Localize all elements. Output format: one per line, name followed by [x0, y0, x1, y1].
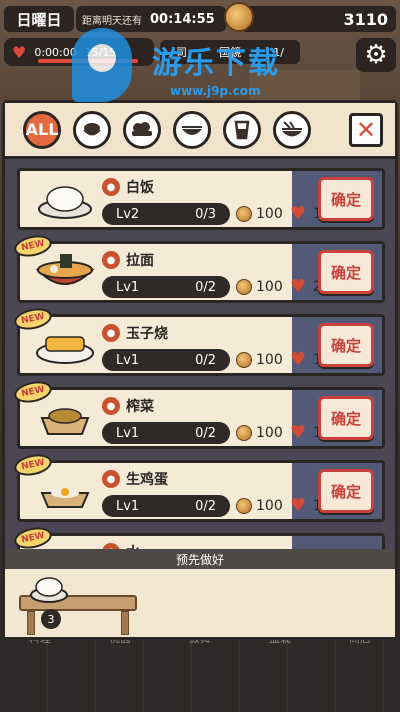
filter-noodle-button[interactable]	[273, 110, 311, 149]
side-category-icon: ●	[102, 397, 120, 415]
noodle-category-icon: ●	[102, 251, 120, 269]
tamago-dish-icon	[36, 336, 94, 364]
recipe-card: ● 白饭 Lv2 0/3 100 ♥ 1 确定	[17, 168, 385, 230]
noodle-bowl-icon	[282, 120, 302, 136]
center-info: 司 国鏡 1/	[160, 40, 300, 64]
coin-icon	[236, 206, 252, 222]
heart-icon: ♥	[290, 422, 307, 443]
recipe-card: NEW ● 榨菜 Lv1 0/2 100 ♥ 1 确定	[12, 378, 385, 449]
coin-icon	[236, 425, 252, 441]
recipe-price: 100	[256, 498, 283, 514]
money-display: 3110	[240, 6, 396, 32]
wall-shelf	[250, 70, 360, 100]
recipe-name: 玉子烧	[126, 326, 168, 342]
stamina-count: 15/15	[84, 45, 117, 59]
timer-label: 距离明天还有	[82, 15, 142, 27]
stamina-bar: ♥ 0:00:00 15/15	[4, 38, 154, 66]
recipe-level: Lv2	[116, 206, 140, 222]
recipe-price: 100	[256, 279, 283, 295]
recipe-price: 100	[256, 206, 283, 222]
level-pill: Lv1 0/2	[102, 276, 230, 298]
recipe-price: 100	[256, 352, 283, 368]
rice-bowl-icon	[83, 122, 101, 135]
coin-icon	[224, 2, 254, 32]
coin-icon	[236, 498, 252, 514]
day-label: 日曜日	[4, 6, 74, 32]
confirm-button[interactable]: 确定	[318, 469, 374, 513]
confirm-button[interactable]: 确定	[318, 323, 374, 367]
recipe-card: NEW ● 玉子烧 Lv1 0/2 100 ♥ 1 确定	[12, 305, 385, 376]
filter-soup-button[interactable]	[173, 110, 211, 149]
confirm-button[interactable]: 确定	[318, 177, 374, 221]
heart-icon: ♥	[12, 42, 27, 62]
recipe-progress: 0/2	[195, 352, 216, 368]
prep-area: 3	[5, 569, 395, 637]
soup-bowl-icon	[182, 125, 202, 135]
countdown-timer: 距离明天还有 00:14:55	[76, 6, 226, 32]
recipe-name: 拉面	[126, 253, 154, 269]
recipe-price: 100	[256, 425, 283, 441]
recipe-progress: 0/2	[195, 498, 216, 514]
recipe-name: 榨菜	[126, 399, 154, 415]
recipe-level: Lv1	[116, 425, 140, 441]
recipe-progress: 0/2	[195, 279, 216, 295]
recipe-level: Lv1	[116, 279, 140, 295]
settings-gear-button[interactable]: ⚙	[356, 38, 396, 72]
heart-icon: ♥	[290, 203, 307, 224]
recipe-panel: ALL ✕ ● 白饭 Lv2 0/3 100 ♥ 确定 NEW ● 拉面 Lv1…	[2, 100, 398, 640]
recipe-card: NEW ● 生鸡蛋 Lv1 0/2 100 ♥ 1 确定	[12, 451, 385, 522]
fried-food-icon	[132, 121, 152, 136]
level-pill: Lv1 0/2	[102, 349, 230, 371]
ramen-dish-icon	[35, 254, 95, 285]
coin-icon	[236, 279, 252, 295]
prep-count-badge: 3	[41, 609, 61, 629]
stamina-time: 0:00:00	[34, 45, 77, 59]
recipe-progress: 0/3	[195, 206, 216, 222]
prep-header: 预先做好	[5, 549, 395, 569]
recipe-list[interactable]: ● 白饭 Lv2 0/3 100 ♥ 1 确定 NEW ●	[5, 162, 395, 552]
filter-rice-button[interactable]	[73, 110, 111, 149]
recipe-level: Lv1	[116, 498, 140, 514]
level-pill: Lv1 0/2	[102, 495, 230, 517]
center-info-title: 国鏡	[219, 46, 242, 59]
prepared-rice-icon[interactable]	[27, 571, 71, 605]
new-badge: NEW	[12, 524, 54, 552]
close-button[interactable]: ✕	[349, 113, 383, 147]
filter-fried-button[interactable]	[123, 110, 161, 149]
recipe-level: Lv1	[116, 352, 140, 368]
coin-icon	[236, 352, 252, 368]
center-info-left: 司	[176, 46, 188, 59]
center-info-right: 1/	[273, 45, 284, 59]
recipe-card: NEW ● 拉面 Lv1 0/2 100 ♥ 2 确定	[12, 232, 385, 303]
level-pill: Lv1 0/2	[102, 422, 230, 444]
timer-value: 00:14:55	[150, 11, 215, 27]
pickle-dish-icon	[40, 408, 90, 435]
close-icon: ✕	[355, 116, 377, 144]
stamina-progress-track	[38, 59, 138, 63]
filter-drink-button[interactable]	[223, 110, 261, 149]
side-category-icon: ●	[102, 470, 120, 488]
fried-category-icon: ●	[102, 324, 120, 342]
egg-dish-icon	[40, 488, 90, 508]
gear-icon: ⚙	[364, 40, 388, 70]
heart-icon: ♥	[290, 349, 307, 370]
drink-cup-icon	[234, 120, 250, 139]
level-pill: Lv2 0/3	[102, 203, 230, 225]
rice-category-icon: ●	[102, 178, 120, 196]
stamina-progress-fill	[38, 59, 138, 63]
recipe-name: 白饭	[126, 180, 154, 196]
heart-icon: ♥	[290, 495, 307, 516]
recipe-name: 生鸡蛋	[126, 472, 168, 488]
recipe-progress: 0/2	[195, 425, 216, 441]
heart-icon: ♥	[290, 276, 307, 297]
category-filter-bar: ALL ✕	[5, 103, 395, 159]
rice-dish-icon	[38, 186, 92, 219]
filter-all-button[interactable]: ALL	[23, 110, 61, 149]
confirm-button[interactable]: 确定	[318, 250, 374, 294]
confirm-button[interactable]: 确定	[318, 396, 374, 440]
